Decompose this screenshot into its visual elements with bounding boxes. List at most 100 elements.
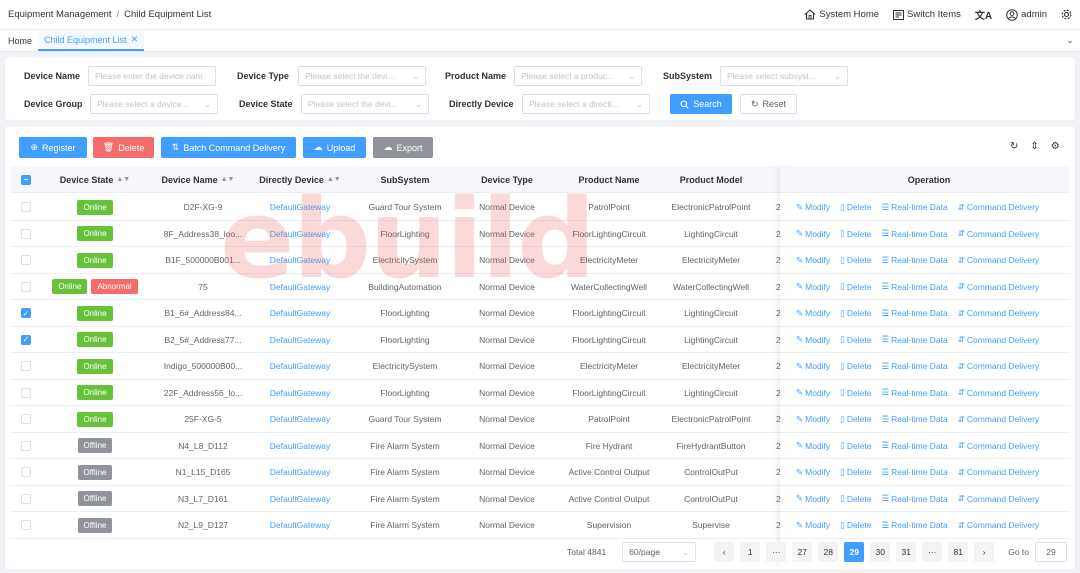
upload-button[interactable]: ☁ Upload bbox=[303, 137, 366, 158]
header-device-state[interactable]: Device State ▲▼ bbox=[50, 166, 140, 193]
page-button[interactable]: 27 bbox=[792, 542, 813, 562]
row-checkbox-cell[interactable] bbox=[16, 353, 36, 379]
delete-link[interactable]: ▯ Delete bbox=[840, 440, 871, 451]
command-delivery-link[interactable]: ⇵ Command Delivery bbox=[958, 387, 1039, 398]
modify-link[interactable]: ✎ Modify bbox=[796, 308, 830, 319]
row-checkbox[interactable] bbox=[21, 467, 31, 477]
real-time-data-link[interactable]: ☰ Real-time Data bbox=[881, 255, 947, 266]
real-time-data-link[interactable]: ☰ Real-time Data bbox=[881, 387, 947, 398]
modify-link[interactable]: ✎ Modify bbox=[796, 467, 830, 478]
row-checkbox-cell[interactable]: ✓ bbox=[16, 327, 36, 353]
command-delivery-link[interactable]: ⇵ Command Delivery bbox=[958, 308, 1039, 319]
goto-page-input[interactable]: 29 bbox=[1035, 542, 1067, 562]
row-checkbox-cell[interactable] bbox=[16, 433, 36, 459]
delete-link[interactable]: ▯ Delete bbox=[840, 414, 871, 425]
row-checkbox[interactable] bbox=[21, 414, 31, 424]
refresh-icon[interactable]: ↻ bbox=[1010, 141, 1018, 152]
modify-link[interactable]: ✎ Modify bbox=[796, 493, 830, 504]
modify-link[interactable]: ✎ Modify bbox=[796, 281, 830, 292]
subsystem-select[interactable]: Please select subsyst... ⌄ bbox=[720, 66, 848, 86]
product-name-select[interactable]: Please select a produc... ⌄ bbox=[514, 66, 642, 86]
settings-button[interactable] bbox=[1061, 9, 1072, 20]
directly-device-link[interactable]: DefaultGateway bbox=[250, 274, 350, 300]
delete-link[interactable]: ▯ Delete bbox=[840, 228, 871, 239]
register-button[interactable]: ⊕ Register bbox=[19, 137, 87, 158]
sort-icon[interactable]: ▲▼ bbox=[327, 176, 341, 183]
breadcrumb-item-equipment-management[interactable]: Equipment Management bbox=[8, 9, 112, 20]
directly-device-link[interactable]: DefaultGateway bbox=[250, 380, 350, 406]
system-home-button[interactable]: System Home bbox=[804, 9, 879, 20]
delete-link[interactable]: ▯ Delete bbox=[840, 387, 871, 398]
page-button[interactable]: 81 bbox=[948, 542, 969, 562]
page-button[interactable]: 31 bbox=[896, 542, 917, 562]
directly-device-link[interactable]: DefaultGateway bbox=[250, 406, 350, 432]
chevron-down-icon[interactable]: ⌄ bbox=[1060, 30, 1080, 51]
real-time-data-link[interactable]: ☰ Real-time Data bbox=[881, 334, 947, 345]
modify-link[interactable]: ✎ Modify bbox=[796, 202, 830, 213]
command-delivery-link[interactable]: ⇵ Command Delivery bbox=[958, 520, 1039, 531]
command-delivery-link[interactable]: ⇵ Command Delivery bbox=[958, 493, 1039, 504]
sort-icon[interactable]: ▲▼ bbox=[221, 176, 235, 183]
page-size-select[interactable]: 60/page ⌄ bbox=[622, 542, 697, 562]
modify-link[interactable]: ✎ Modify bbox=[796, 387, 830, 398]
real-time-data-link[interactable]: ☰ Real-time Data bbox=[881, 493, 947, 504]
batch-command-delivery-button[interactable]: ⇅ Batch Command Delivery bbox=[161, 137, 296, 158]
modify-link[interactable]: ✎ Modify bbox=[796, 228, 830, 239]
directly-device-link[interactable]: DefaultGateway bbox=[250, 327, 350, 353]
directly-device-link[interactable]: DefaultGateway bbox=[250, 247, 350, 273]
select-all-checkbox[interactable]: − bbox=[21, 174, 31, 185]
row-checkbox[interactable]: ✓ bbox=[21, 334, 31, 345]
header-directly-device[interactable]: Directly Device ▲▼ bbox=[250, 166, 350, 193]
device-type-select[interactable]: Please select the devi... ⌄ bbox=[298, 66, 426, 86]
row-checkbox[interactable] bbox=[21, 228, 31, 239]
command-delivery-link[interactable]: ⇵ Command Delivery bbox=[958, 202, 1039, 213]
row-checkbox-cell[interactable] bbox=[16, 406, 36, 432]
real-time-data-link[interactable]: ☰ Real-time Data bbox=[881, 228, 947, 239]
row-checkbox-cell[interactable] bbox=[16, 247, 36, 273]
directly-device-link[interactable]: DefaultGateway bbox=[250, 512, 350, 538]
sort-icon[interactable]: ▲▼ bbox=[116, 176, 130, 183]
prev-page-button[interactable]: ‹ bbox=[714, 542, 735, 562]
command-delivery-link[interactable]: ⇵ Command Delivery bbox=[958, 440, 1039, 451]
row-checkbox[interactable] bbox=[21, 493, 31, 504]
settings-icon[interactable]: ⚙ bbox=[1051, 141, 1060, 152]
directly-device-link[interactable]: DefaultGateway bbox=[250, 486, 350, 512]
directly-device-link[interactable]: DefaultGateway bbox=[250, 353, 350, 379]
close-icon[interactable]: ✕ bbox=[131, 34, 139, 45]
reset-button[interactable]: ↻ Reset bbox=[740, 94, 797, 114]
user-menu[interactable]: admin bbox=[1006, 8, 1047, 21]
column-height-icon[interactable]: ⇕ bbox=[1030, 141, 1038, 152]
delete-link[interactable]: ▯ Delete bbox=[840, 361, 871, 372]
row-checkbox[interactable] bbox=[21, 281, 31, 292]
device-group-select[interactable]: Please select a device... ⌄ bbox=[90, 94, 218, 114]
modify-link[interactable]: ✎ Modify bbox=[796, 414, 830, 425]
modify-link[interactable]: ✎ Modify bbox=[796, 255, 830, 266]
real-time-data-link[interactable]: ☰ Real-time Data bbox=[881, 467, 947, 478]
delete-link[interactable]: ▯ Delete bbox=[840, 255, 871, 266]
row-checkbox-cell[interactable] bbox=[16, 459, 36, 485]
row-checkbox-cell[interactable] bbox=[16, 221, 36, 247]
command-delivery-link[interactable]: ⇵ Command Delivery bbox=[958, 334, 1039, 345]
row-checkbox-cell[interactable]: ✓ bbox=[16, 300, 36, 326]
real-time-data-link[interactable]: ☰ Real-time Data bbox=[881, 520, 947, 531]
row-checkbox-cell[interactable] bbox=[16, 274, 36, 300]
row-checkbox-cell[interactable] bbox=[16, 380, 36, 406]
command-delivery-link[interactable]: ⇵ Command Delivery bbox=[958, 255, 1039, 266]
delete-link[interactable]: ▯ Delete bbox=[840, 281, 871, 292]
row-checkbox[interactable] bbox=[21, 202, 31, 212]
page-ellipsis[interactable]: ··· bbox=[766, 542, 787, 562]
command-delivery-link[interactable]: ⇵ Command Delivery bbox=[958, 361, 1039, 372]
row-checkbox[interactable] bbox=[21, 440, 31, 451]
delete-link[interactable]: ▯ Delete bbox=[840, 493, 871, 504]
delete-link[interactable]: ▯ Delete bbox=[840, 467, 871, 478]
real-time-data-link[interactable]: ☰ Real-time Data bbox=[881, 202, 947, 213]
modify-link[interactable]: ✎ Modify bbox=[796, 361, 830, 372]
modify-link[interactable]: ✎ Modify bbox=[796, 520, 830, 531]
directly-device-link[interactable]: DefaultGateway bbox=[250, 300, 350, 326]
page-ellipsis[interactable]: ··· bbox=[922, 542, 943, 562]
modify-link[interactable]: ✎ Modify bbox=[796, 440, 830, 451]
row-checkbox[interactable]: ✓ bbox=[21, 308, 31, 318]
row-checkbox[interactable] bbox=[21, 387, 31, 398]
modify-link[interactable]: ✎ Modify bbox=[796, 334, 830, 345]
device-name-input[interactable]: Please enter the device nam bbox=[88, 66, 216, 86]
